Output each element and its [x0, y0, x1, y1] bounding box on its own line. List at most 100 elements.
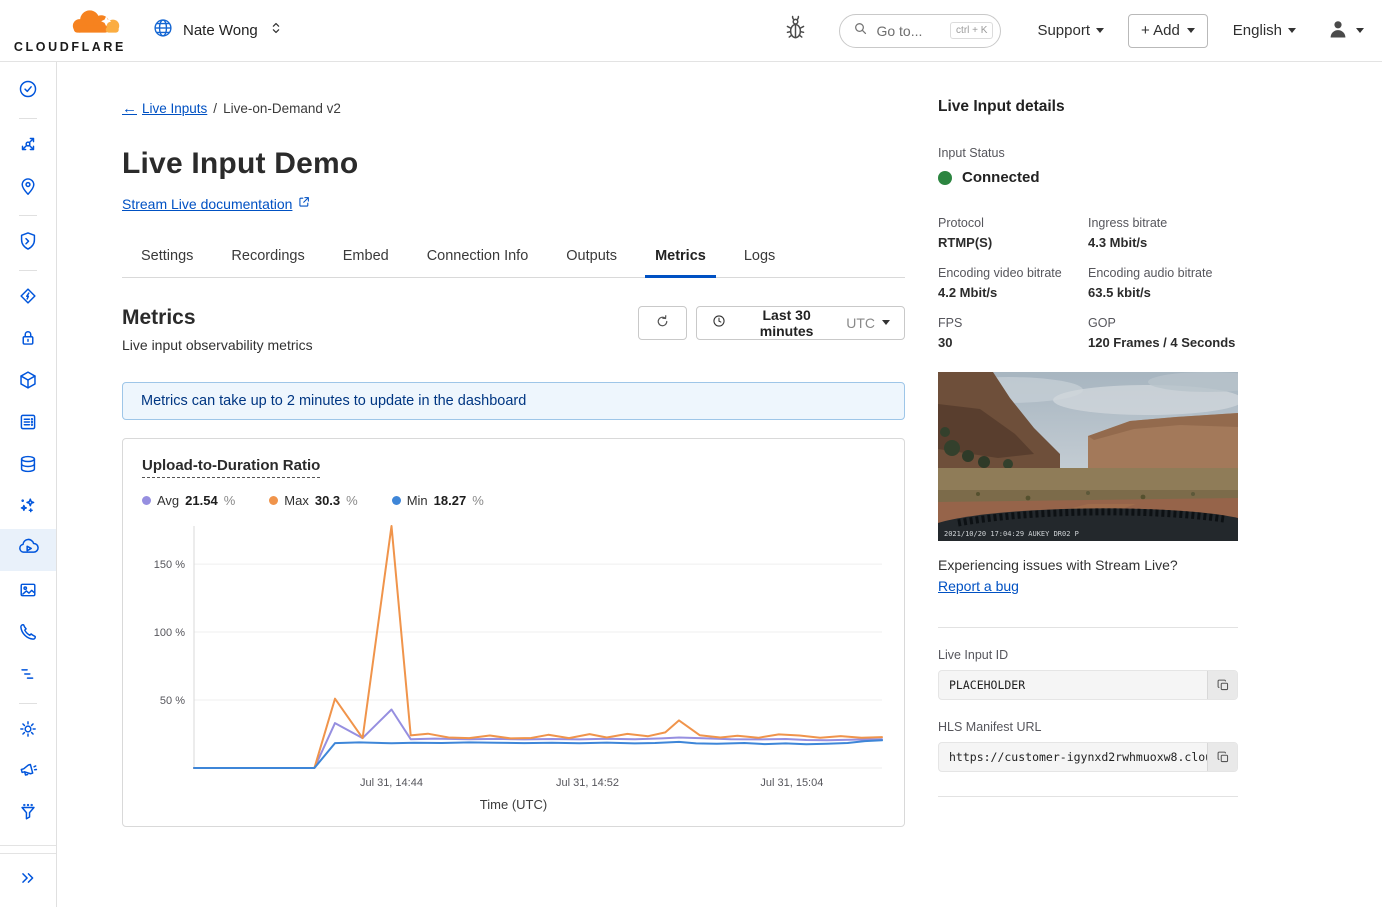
tab-bar: Settings Recordings Embed Connection Inf… — [122, 240, 905, 278]
detail-field: Ingress bitrate 4.3 Mbit/s — [1088, 216, 1238, 250]
sidebar-item-analytics[interactable] — [0, 655, 56, 697]
cloudflare-logo[interactable]: CLOUDFLARE — [14, 7, 126, 54]
time-clock-icon — [17, 78, 39, 105]
network-traffic-icon — [17, 133, 39, 160]
detail-field: Protocol RTMP(S) — [938, 216, 1088, 250]
search-icon — [852, 20, 869, 42]
sidebar-item-ssl[interactable] — [0, 319, 56, 361]
sidebar-item-traffic[interactable] — [0, 125, 56, 167]
legend-item-min: Min 18.27 % — [392, 493, 484, 508]
svg-text:Jul 31, 14:52: Jul 31, 14:52 — [556, 777, 619, 789]
line-chart: 50 %100 %150 %Jul 31, 14:44Jul 31, 14:52… — [142, 518, 887, 790]
sidebar-divider — [19, 118, 37, 119]
tab-logs[interactable]: Logs — [734, 240, 785, 278]
breadcrumb: ← Live Inputs / Live-on-Demand v2 — [122, 100, 905, 117]
sidebar-bottom — [0, 845, 56, 907]
sidebar-item-filter[interactable] — [0, 794, 56, 836]
copy-button[interactable] — [1207, 671, 1237, 699]
sidebar-item-speed[interactable] — [0, 277, 56, 319]
tab-outputs[interactable]: Outputs — [556, 240, 627, 278]
add-button[interactable]: + Add — [1128, 14, 1208, 48]
clock-icon — [711, 313, 727, 332]
legend-name: Max — [284, 493, 309, 508]
global-search-input[interactable]: Go to... ctrl + K — [839, 14, 1001, 48]
sidebar-item-time-travel[interactable] — [0, 70, 56, 112]
time-range-value: Last 30 minutes — [734, 307, 839, 339]
metrics-info-banner: Metrics can take up to 2 minutes to upda… — [122, 382, 905, 420]
breadcrumb-back-link[interactable]: ← Live Inputs — [122, 100, 207, 117]
detail-label: FPS — [938, 316, 1088, 330]
sidebar-item-notifications[interactable] — [0, 752, 56, 794]
sidebar-item-stream[interactable] — [0, 529, 56, 571]
notifications-megaphone-icon — [17, 760, 39, 787]
user-menu[interactable] — [1326, 17, 1364, 45]
chevron-updown-icon — [267, 18, 285, 43]
detail-label: Encoding video bitrate — [938, 266, 1088, 280]
user-avatar-icon — [1326, 17, 1350, 45]
sidebar-item-storage[interactable] — [0, 445, 56, 487]
language-menu[interactable]: English — [1233, 22, 1296, 39]
speed-diamond-icon — [17, 285, 39, 312]
hls-url-value: https://customer-igynxd2rwhmuoxw8.cloudf — [939, 750, 1207, 764]
sidebar-divider — [19, 215, 37, 216]
report-bug-link[interactable]: Report a bug — [938, 578, 1019, 594]
globe-icon — [152, 17, 174, 44]
sidebar-collapse-toggle[interactable] — [0, 853, 56, 907]
sidebar-item-rules[interactable] — [0, 403, 56, 445]
sidebar-item-settings[interactable] — [0, 710, 56, 752]
sidebar-item-calls[interactable] — [0, 613, 56, 655]
chart-card: Upload-to-Duration Ratio Avg 21.54 % Max… — [122, 438, 905, 827]
detail-field: GOP 120 Frames / 4 Seconds — [1088, 316, 1238, 350]
sidebar-item-workers[interactable] — [0, 361, 56, 403]
sidebar-item-images[interactable] — [0, 571, 56, 613]
detail-field: Encoding audio bitrate 63.5 kbit/s — [1088, 266, 1238, 300]
hls-url-field: https://customer-igynxd2rwhmuoxw8.cloudf — [938, 742, 1238, 772]
svg-text:150 %: 150 % — [154, 559, 185, 571]
workers-cube-icon — [17, 369, 39, 396]
legend-unit: % — [224, 493, 236, 508]
sidebar-divider — [0, 845, 56, 853]
legend-name: Min — [407, 493, 428, 508]
tab-connection-info[interactable]: Connection Info — [417, 240, 539, 278]
sidebar-item-location[interactable] — [0, 167, 56, 209]
refresh-button[interactable] — [638, 306, 687, 340]
breadcrumb-back-label: Live Inputs — [142, 101, 207, 116]
legend-value: 18.27 — [434, 493, 467, 508]
support-menu[interactable]: Support — [1037, 22, 1104, 39]
add-label: + Add — [1141, 22, 1180, 39]
search-shortcut-hint: ctrl + K — [950, 22, 993, 39]
bug-icon[interactable] — [782, 14, 809, 48]
time-range-dropdown[interactable]: Last 30 minutes UTC — [696, 306, 905, 340]
analytics-bars-icon — [17, 663, 39, 690]
svg-text:Jul 31, 15:04: Jul 31, 15:04 — [760, 777, 823, 789]
documentation-link[interactable]: Stream Live documentation — [122, 195, 311, 212]
tab-embed[interactable]: Embed — [333, 240, 399, 278]
copy-button[interactable] — [1207, 743, 1237, 771]
tab-metrics[interactable]: Metrics — [645, 240, 716, 278]
filter-funnel-icon — [17, 802, 39, 829]
svg-text:100 %: 100 % — [154, 627, 185, 639]
ai-sparkles-icon — [17, 495, 39, 522]
sidebar-divider — [19, 703, 37, 704]
breadcrumb-separator: / — [213, 101, 217, 116]
tab-settings[interactable]: Settings — [131, 240, 203, 278]
chevron-down-icon — [1288, 28, 1296, 33]
svg-text:50 %: 50 % — [160, 695, 185, 707]
tab-recordings[interactable]: Recordings — [221, 240, 314, 278]
chevrons-right-icon — [17, 867, 39, 894]
legend-value: 30.3 — [315, 493, 340, 508]
status-badge: Connected — [962, 169, 1040, 186]
detail-label: Encoding audio bitrate — [1088, 266, 1238, 280]
sidebar-item-security[interactable] — [0, 222, 56, 264]
copy-icon — [1216, 678, 1230, 692]
legend-name: Avg — [157, 493, 179, 508]
security-shield-icon — [17, 230, 39, 257]
chevron-down-icon — [1187, 28, 1195, 33]
refresh-icon — [654, 313, 671, 333]
page-title: Live Input Demo — [122, 147, 905, 181]
issue-text: Experiencing issues with Stream Live? — [938, 557, 1238, 573]
sidebar-item-ai[interactable] — [0, 487, 56, 529]
legend-item-avg: Avg 21.54 % — [142, 493, 235, 508]
account-selector[interactable]: Nate Wong — [152, 17, 285, 44]
metrics-heading: Metrics — [122, 306, 313, 330]
